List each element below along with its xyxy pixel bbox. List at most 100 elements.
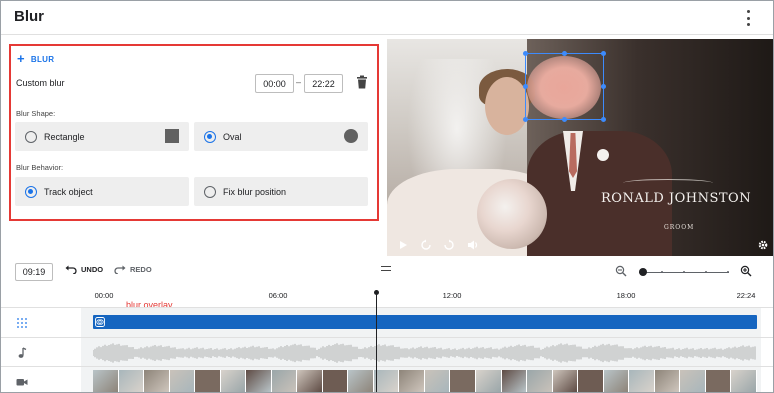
redo-button[interactable]: REDO [114,265,152,274]
resize-divider-icon[interactable] [381,266,391,271]
video-thumbnail [603,370,630,392]
resize-handle[interactable] [523,51,528,56]
zoom-out-icon[interactable] [615,265,627,277]
timeline-toolbar: 09:19 UNDO REDO [1,260,773,284]
oval-label: Oval [223,131,242,142]
blur-settings-panel: + BLUR Custom blur 00:00 – 22:22 Blur Sh… [9,44,379,221]
video-thumbnail [654,370,681,392]
blur-overlay-clip[interactable] [93,315,757,329]
video-thumbnail [450,370,476,392]
timeline-ruler[interactable]: 00:00 06:00 12:00 18:00 22:24 [1,288,773,306]
play-icon[interactable] [397,239,409,251]
video-controls [387,234,773,256]
zoom-in-icon[interactable] [740,265,752,277]
resize-handle[interactable] [562,51,567,56]
blur-track-icon [17,318,27,328]
video-thumbnail [195,370,221,392]
add-blur-button[interactable]: + BLUR [17,52,54,66]
ruler-label: 00:00 [94,291,114,300]
more-options-icon[interactable] [745,10,751,26]
resize-handle[interactable] [523,117,528,122]
video-thumbnail [322,370,349,392]
video-thumbnail [705,370,732,392]
video-thumbnail [271,370,298,392]
blur-clip-icon [95,317,105,327]
settings-icon[interactable] [757,239,769,251]
video-thumbnail [731,370,757,392]
video-thumbnail [169,370,196,392]
video-thumbnail [680,370,706,392]
oval-option[interactable]: Oval [194,122,368,151]
rectangle-radio[interactable] [25,130,37,143]
zoom-slider-knob[interactable] [639,268,647,276]
video-thumbnail [629,370,655,392]
overlay-track [1,307,773,337]
forward-icon[interactable] [443,239,455,251]
blur-selection-box[interactable] [523,51,606,122]
plus-icon: + [17,51,25,66]
end-time-input[interactable]: 22:22 [304,74,343,93]
resize-handle[interactable] [601,117,606,122]
fix-blur-position-label: Fix blur position [223,186,287,197]
ruler-label: 18:00 [616,291,636,300]
resize-handle[interactable] [562,117,567,122]
rewind-icon[interactable] [420,239,432,251]
time-separator: – [296,77,302,87]
circle-icon [344,129,358,143]
redo-icon [114,265,126,274]
add-blur-label: BLUR [30,54,55,64]
redo-label: REDO [130,265,152,274]
video-thumbnail [578,370,604,392]
resize-handle[interactable] [601,84,606,89]
track-object-option[interactable]: Track object [15,177,189,206]
start-time-input[interactable]: 00:00 [255,74,294,93]
video-thumbnail [552,370,579,392]
rectangle-option[interactable]: Rectangle [15,122,189,151]
track-object-label: Track object [44,186,93,197]
video-thumbnail [373,370,400,392]
ruler-label: 22:24 [736,291,756,300]
video-track [1,366,773,392]
video-preview[interactable]: RONALD JOHNSTON GROOM [387,39,773,256]
video-thumbnail [348,370,374,392]
video-thumbnail [144,370,170,392]
video-thumbnail [399,370,425,392]
ruler-label: 06:00 [268,291,288,300]
fix-blur-position-option[interactable]: Fix blur position [194,177,368,206]
music-note-icon [18,347,27,358]
resize-handle[interactable] [601,51,606,56]
delete-icon[interactable] [356,75,368,89]
volume-icon[interactable] [467,239,479,251]
blur-editor: Blur + BLUR Custom blur 00:00 – 22:22 Bl… [0,0,774,393]
video-thumbnail [118,370,145,392]
video-thumbnail [297,370,323,392]
undo-button[interactable]: UNDO [65,265,103,274]
fix-blur-position-radio[interactable] [204,185,216,198]
undo-label: UNDO [81,265,104,274]
video-overlay-name: RONALD JOHNSTON [601,191,752,206]
video-thumbnail [527,370,553,392]
header-bar: Blur [1,1,773,35]
rectangle-label: Rectangle [44,131,85,142]
video-clip-filmstrip[interactable] [93,370,757,392]
video-thumbnail [424,370,451,392]
audio-waveform[interactable] [93,343,757,363]
video-thumbnail [93,370,119,392]
custom-blur-label: Custom blur [16,78,65,88]
video-overlay-role: GROOM [664,224,695,231]
square-icon [165,129,179,143]
blur-behavior-label: Blur Behavior: [16,163,64,172]
oval-radio[interactable] [204,130,216,143]
playhead[interactable] [374,290,379,392]
ruler-label: 12:00 [442,291,462,300]
video-thumbnail [246,370,272,392]
video-thumbnail [475,370,502,392]
track-object-radio[interactable] [25,185,37,198]
audio-track [1,337,773,367]
zoom-slider[interactable] [639,268,729,276]
resize-handle[interactable] [523,84,528,89]
video-thumbnail [501,370,528,392]
video-thumbnail [220,370,247,392]
undo-icon [65,265,77,274]
current-time-input[interactable]: 09:19 [15,263,53,281]
